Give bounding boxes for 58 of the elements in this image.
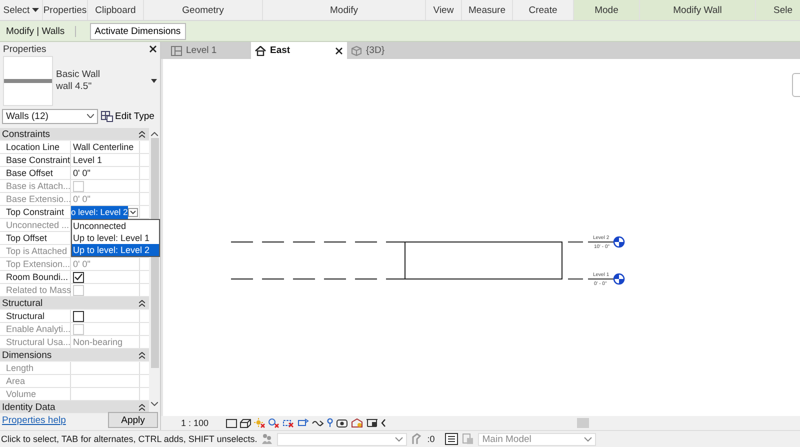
property-label: Base is Attach... — [0, 180, 71, 192]
dropdown-option[interactable]: Unconnected — [72, 220, 159, 232]
ribbon-panel-label[interactable]: View — [433, 4, 454, 16]
type-name: wall 4.5" — [56, 81, 93, 93]
property-value[interactable]: Non-bearing — [73, 336, 123, 348]
view-tab[interactable]: {3D} — [347, 42, 388, 59]
property-label: Structural Usa... — [0, 336, 71, 348]
filter-dropdown[interactable]: Walls (12) — [2, 108, 98, 124]
ribbon-panel-label[interactable]: Modify Wall — [673, 4, 722, 16]
ribbon-panel-label[interactable]: Mode — [594, 4, 618, 16]
ribbon-panel-label[interactable]: Measure — [468, 4, 506, 16]
property-label: Enable Analyti... — [0, 323, 71, 335]
ribbon-panel-label[interactable]: Properties — [43, 4, 87, 16]
property-value[interactable]: 0' 0" — [73, 166, 90, 180]
ribbon-panel-label[interactable]: Create — [528, 4, 558, 16]
properties-help-link[interactable]: Properties help — [2, 414, 66, 426]
property-label: Related to Mass — [0, 284, 71, 296]
type-selector[interactable]: Basic Wall wall 4.5" — [0, 56, 160, 106]
model-dropdown[interactable]: Main Model — [478, 432, 596, 446]
property-label: Top Offset — [0, 232, 71, 244]
view-tab[interactable]: Level 1 — [167, 42, 251, 59]
property-label: Structural — [0, 310, 71, 322]
ribbon-panel-label[interactable]: Select — [3, 4, 30, 16]
apply-button[interactable]: Apply — [108, 412, 158, 428]
view-scale[interactable]: 1 : 100 — [181, 418, 223, 428]
panel-title: Properties — [3, 44, 46, 54]
property-value[interactable]: Level 1 — [73, 154, 102, 166]
section-header[interactable]: Identity Data — [0, 401, 149, 414]
property-label: Room Boundi... — [0, 271, 71, 283]
activate-dimensions-button[interactable]: Activate Dimensions — [90, 22, 186, 40]
status-message: Click to select, TAB for alternates, CTRL adds, SHIFT unselects. — [1, 433, 258, 445]
property-label: Base Extensio... — [0, 193, 71, 205]
ribbon-panel-label[interactable]: Modify — [330, 4, 358, 16]
ribbon-panel-label[interactable]: Geometry — [182, 4, 224, 16]
property-value[interactable]: Wall Centerline — [73, 140, 134, 154]
property-label: Top Extension... — [0, 258, 71, 270]
property-label: Location Line — [0, 141, 71, 153]
property-label: Volume — [0, 388, 71, 400]
edit-type-button[interactable]: Edit Type — [101, 110, 154, 122]
ribbon-panel-label[interactable]: Sele — [773, 4, 792, 16]
property-value[interactable]: 0' 0" — [73, 192, 90, 206]
dropdown-option[interactable]: Up to level: Level 1 — [72, 232, 159, 244]
property-label: Base Constraint — [0, 154, 71, 166]
property-label: Unconnected ... — [0, 219, 71, 231]
selection-count: :0 — [427, 434, 436, 444]
property-label: Base Offset — [0, 167, 71, 179]
context-label: Modify | Walls — [6, 26, 76, 36]
section-header[interactable]: Dimensions — [0, 349, 149, 362]
property-value[interactable]: 0' 0" — [73, 258, 90, 270]
property-label: Top is Attached — [0, 245, 71, 257]
section-header[interactable]: Constraints — [0, 128, 149, 141]
property-label: Length — [0, 362, 71, 374]
section-header[interactable]: Structural — [0, 297, 149, 310]
ribbon-panel-label[interactable]: Clipboard — [95, 4, 136, 16]
property-label: Area — [0, 375, 71, 387]
type-family: Basic Wall — [56, 69, 101, 81]
dropdown-option[interactable]: Up to level: Level 2 — [72, 244, 159, 256]
view-tab[interactable]: East — [251, 42, 347, 59]
